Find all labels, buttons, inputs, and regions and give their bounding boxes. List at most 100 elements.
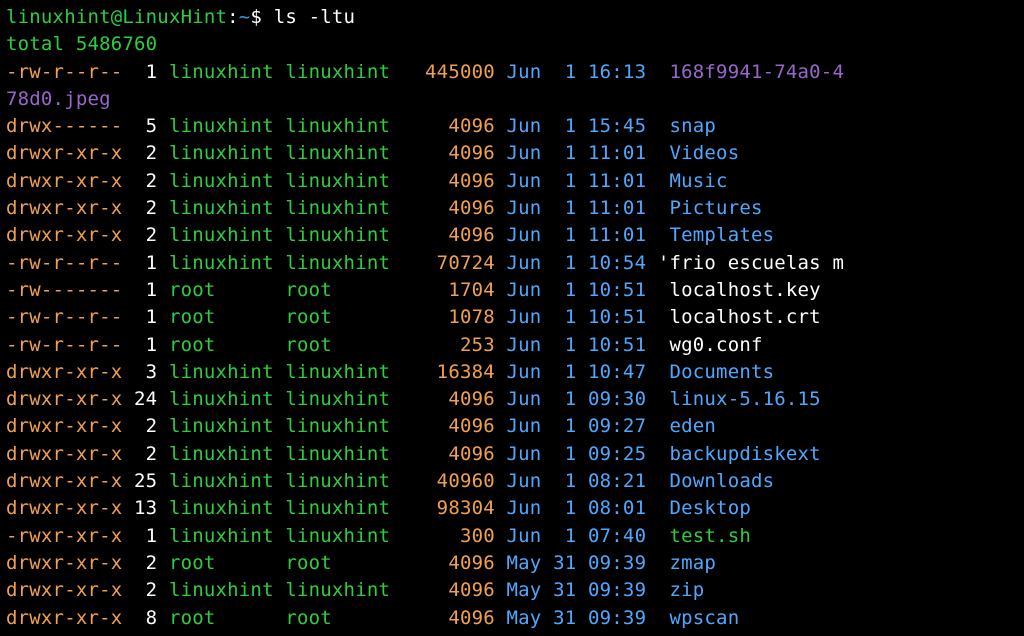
date-month: Jun: [507, 252, 542, 274]
file-name: linux-5.16.15: [658, 388, 821, 410]
permissions: drwxr-xr-x: [6, 415, 122, 437]
date-time: 10:47: [588, 361, 646, 383]
file-row: drwxr-xr-x 2 linuxhint linuxhint 4096 Ju…: [6, 168, 1018, 195]
link-count: 1: [134, 252, 157, 274]
date-time: 10:54: [588, 252, 646, 274]
size: 98304: [390, 497, 495, 519]
size: 70724: [390, 252, 495, 274]
permissions: drwxr-xr-x: [6, 142, 122, 164]
date-month: Jun: [507, 470, 542, 492]
date-time: 08:01: [588, 497, 646, 519]
link-count: 13: [134, 497, 157, 519]
permissions: drwxr-xr-x: [6, 579, 122, 601]
permissions: -rwxr-xr-x: [6, 525, 122, 547]
size: 4096: [390, 170, 495, 192]
link-count: 2: [134, 443, 157, 465]
file-name: 'frio escuelas m: [658, 252, 844, 274]
date-day: 1: [553, 525, 576, 547]
date-time: 09:39: [588, 607, 646, 629]
file-row: -rwxr-xr-x 1 linuxhint linuxhint 300 Jun…: [6, 523, 1018, 550]
permissions: drwxr-xr-x: [6, 224, 122, 246]
date-month: Jun: [507, 361, 542, 383]
command-text: ls -ltu: [274, 6, 355, 28]
group: linuxhint: [285, 579, 390, 601]
date-day: 1: [553, 415, 576, 437]
file-name: 168f9941-74a0-4: [658, 61, 844, 83]
date-month: Jun: [507, 306, 542, 328]
date-time: 09:27: [588, 415, 646, 437]
file-name: Templates: [658, 224, 774, 246]
link-count: 2: [134, 579, 157, 601]
file-name: Music: [658, 170, 728, 192]
size: 4096: [390, 443, 495, 465]
date-month: Jun: [507, 197, 542, 219]
file-row: drwxr-xr-x 2 linuxhint linuxhint 4096 Ju…: [6, 441, 1018, 468]
file-row: drwxr-xr-x 2 linuxhint linuxhint 4096 Ju…: [6, 413, 1018, 440]
size: 1704: [390, 279, 495, 301]
file-row: -rw------- 1 root root 1704 Jun 1 10:51 …: [6, 277, 1018, 304]
terminal-output[interactable]: linuxhint@LinuxHint:~$ ls -ltu total 548…: [6, 4, 1018, 632]
owner: linuxhint: [169, 61, 274, 83]
size: 4096: [390, 142, 495, 164]
date-month: Jun: [507, 388, 542, 410]
file-row: drwxr-xr-x 13 linuxhint linuxhint 98304 …: [6, 495, 1018, 522]
owner: linuxhint: [169, 470, 274, 492]
group: linuxhint: [285, 388, 390, 410]
owner: linuxhint: [169, 443, 274, 465]
link-count: 2: [134, 552, 157, 574]
file-row: drwx------ 5 linuxhint linuxhint 4096 Ju…: [6, 113, 1018, 140]
date-time: 08:21: [588, 470, 646, 492]
owner: linuxhint: [169, 115, 274, 137]
link-count: 24: [134, 388, 157, 410]
group: linuxhint: [285, 224, 390, 246]
date-time: 11:01: [588, 197, 646, 219]
file-row: -rw-r--r-- 1 root root 253 Jun 1 10:51 w…: [6, 332, 1018, 359]
file-name: Documents: [658, 361, 774, 383]
link-count: 1: [134, 525, 157, 547]
date-month: May: [507, 579, 542, 601]
size: 4096: [390, 552, 495, 574]
link-count: 2: [134, 170, 157, 192]
size: 4096: [390, 388, 495, 410]
size: 40960: [390, 470, 495, 492]
date-day: 1: [553, 279, 576, 301]
date-day: 31: [553, 607, 576, 629]
date-day: 1: [553, 497, 576, 519]
date-day: 1: [553, 306, 576, 328]
prompt-user-host: linuxhint@LinuxHint: [6, 6, 227, 28]
date-time: 07:40: [588, 525, 646, 547]
date-month: Jun: [507, 525, 542, 547]
owner: linuxhint: [169, 579, 274, 601]
file-name: localhost.key: [658, 279, 821, 301]
size: 300: [390, 525, 495, 547]
date-day: 1: [553, 115, 576, 137]
size: 4096: [390, 224, 495, 246]
link-count: 2: [134, 142, 157, 164]
date-day: 1: [553, 252, 576, 274]
size: 16384: [390, 361, 495, 383]
group: linuxhint: [285, 252, 390, 274]
file-name: wg0.conf: [658, 334, 763, 356]
file-row: -rw-r--r-- 1 linuxhint linuxhint 70724 J…: [6, 250, 1018, 277]
date-day: 31: [553, 552, 576, 574]
group: linuxhint: [285, 415, 390, 437]
date-time: 16:13: [588, 61, 646, 83]
file-name: localhost.crt: [658, 306, 821, 328]
date-time: 09:39: [588, 579, 646, 601]
file-row: drwxr-xr-x 24 linuxhint linuxhint 4096 J…: [6, 386, 1018, 413]
date-time: 11:01: [588, 142, 646, 164]
date-month: Jun: [507, 443, 542, 465]
date-time: 09:30: [588, 388, 646, 410]
date-month: Jun: [507, 170, 542, 192]
link-count: 25: [134, 470, 157, 492]
prompt-symbol: $: [250, 6, 262, 28]
file-listing: -rw-r--r-- 1 linuxhint linuxhint 445000 …: [6, 59, 1018, 632]
date-time: 10:51: [588, 306, 646, 328]
owner: linuxhint: [169, 252, 274, 274]
date-time: 10:51: [588, 279, 646, 301]
date-month: Jun: [507, 142, 542, 164]
file-name: zmap: [658, 552, 716, 574]
permissions: -rw-r--r--: [6, 61, 122, 83]
link-count: 3: [134, 361, 157, 383]
group: root: [285, 607, 390, 629]
